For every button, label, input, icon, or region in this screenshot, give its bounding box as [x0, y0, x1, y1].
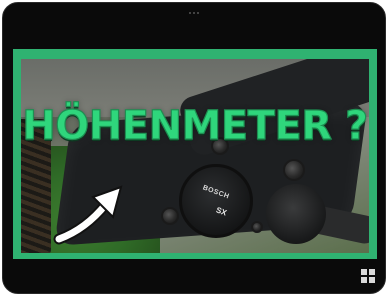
crank-hub: [266, 184, 326, 244]
motor-model-label: SX: [214, 205, 228, 218]
fullscreen-icon[interactable]: [361, 269, 375, 283]
frame-bolt: [283, 159, 305, 181]
frame-bolt: [161, 207, 179, 225]
arrow-icon: [53, 185, 123, 245]
frame-bolt: [251, 221, 263, 233]
front-camera: [189, 12, 199, 14]
tablet-device: BOSCH SX HÖHENMETER ?: [2, 2, 386, 294]
video-player[interactable]: BOSCH SX HÖHENMETER ?: [13, 49, 377, 259]
video-thumbnail[interactable]: BOSCH SX HÖHENMETER ?: [21, 59, 369, 253]
video-title-overlay: HÖHENMETER ?: [22, 102, 369, 149]
motor-brand-label: BOSCH: [201, 184, 231, 201]
ebike-motor: BOSCH SX: [179, 164, 253, 238]
